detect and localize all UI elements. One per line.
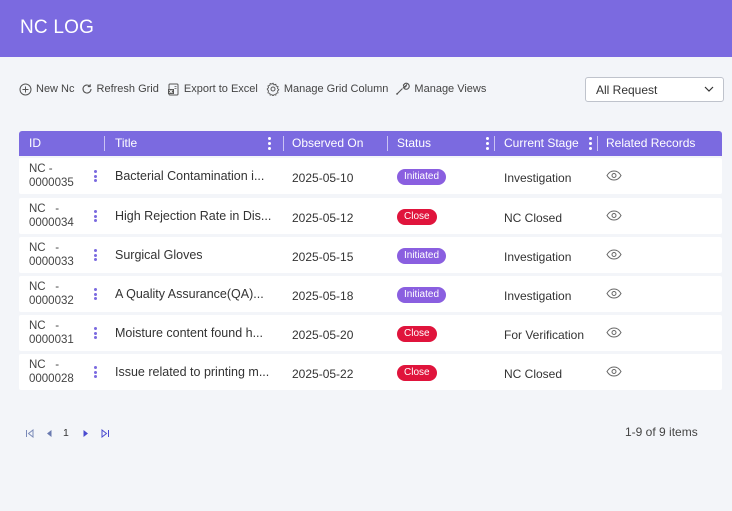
plus-circle-icon [19, 83, 32, 95]
page-number[interactable]: 1 [63, 427, 69, 439]
chevron-down-icon [704, 86, 714, 92]
row-title[interactable]: Bacterial Contamination i... [115, 169, 283, 183]
eye-icon[interactable] [606, 170, 622, 181]
row-id: NC -0000031 [29, 320, 74, 346]
nc-grid: ID Title Observed On Status Current Stag… [19, 131, 722, 390]
status-badge: Initiated [397, 248, 447, 264]
request-filter-value: All Request [596, 83, 658, 97]
row-observed-on: 2025-05-20 [292, 328, 354, 342]
column-menu-icon[interactable] [486, 137, 489, 150]
export-excel-button[interactable]: Export to Excel [167, 83, 258, 96]
refresh-grid-label: Refresh Grid [96, 83, 159, 95]
row-observed-on: 2025-05-12 [292, 211, 354, 225]
table-row[interactable]: NC -0000028 Issue related to printing m.… [19, 354, 722, 390]
grid-header: ID Title Observed On Status Current Stag… [19, 131, 722, 156]
eye-icon[interactable] [606, 210, 622, 221]
status-badge: Initiated [397, 169, 447, 185]
status-badge: Close [397, 326, 437, 342]
eye-icon[interactable] [606, 249, 622, 260]
column-divider[interactable] [387, 136, 388, 151]
first-page-icon [26, 428, 34, 438]
status-badge: Close [397, 209, 437, 225]
column-menu-icon[interactable] [589, 137, 592, 150]
row-current-stage: Investigation [504, 289, 572, 303]
column-header-status[interactable]: Status [397, 131, 431, 156]
request-filter-select[interactable]: All Request [585, 77, 724, 102]
status-badge: Close [397, 365, 437, 381]
row-observed-on: 2025-05-10 [292, 171, 354, 185]
manage-views-label: Manage Views [414, 83, 487, 95]
table-row[interactable]: NC -0000035 Bacterial Contamination i...… [19, 158, 722, 194]
prev-page-button[interactable] [45, 429, 53, 438]
row-observed-on: 2025-05-18 [292, 289, 354, 303]
pagination: 1 [25, 426, 120, 440]
row-id: NC -0000035 [29, 163, 74, 189]
row-id: NC -0000034 [29, 203, 74, 229]
table-row[interactable]: NC -0000031 Moisture content found h... … [19, 315, 722, 351]
row-title[interactable]: Surgical Gloves [115, 248, 283, 262]
refresh-icon [81, 84, 92, 94]
column-menu-icon[interactable] [268, 137, 271, 150]
page-title: NC LOG [20, 17, 95, 38]
row-id: NC -0000033 [29, 242, 74, 268]
row-current-stage: For Verification [504, 328, 585, 342]
wrench-icon [396, 82, 411, 95]
manage-views-button[interactable]: Manage Views [394, 81, 486, 97]
table-row[interactable]: NC -0000032 A Quality Assurance(QA)... 2… [19, 276, 722, 312]
row-observed-on: 2025-05-22 [292, 367, 354, 381]
column-header-title[interactable]: Title [115, 131, 137, 156]
row-menu-icon[interactable] [94, 249, 97, 263]
column-header-current-stage[interactable]: Current Stage [504, 131, 579, 156]
eye-icon[interactable] [606, 327, 622, 338]
column-divider[interactable] [494, 136, 495, 151]
eye-icon[interactable] [606, 366, 622, 377]
table-row[interactable]: NC -0000034 High Rejection Rate in Dis..… [19, 198, 722, 234]
new-nc-button[interactable]: New Nc [19, 83, 75, 96]
column-header-related-records[interactable]: Related Records [606, 131, 695, 156]
row-observed-on: 2025-05-15 [292, 250, 354, 264]
row-menu-icon[interactable] [94, 288, 97, 302]
row-menu-icon[interactable] [94, 366, 97, 380]
eye-icon[interactable] [606, 288, 622, 299]
row-current-stage: Investigation [504, 171, 572, 185]
next-page-button[interactable] [82, 429, 90, 438]
last-page-icon [101, 428, 109, 438]
row-title[interactable]: Issue related to printing m... [115, 365, 283, 379]
gear-icon [266, 82, 280, 96]
column-header-observed-on[interactable]: Observed On [292, 131, 363, 156]
row-current-stage: NC Closed [504, 211, 563, 225]
row-menu-icon[interactable] [94, 170, 97, 184]
excel-icon [167, 83, 179, 95]
row-title[interactable]: A Quality Assurance(QA)... [115, 287, 283, 301]
column-divider[interactable] [597, 136, 598, 151]
pagination-summary: 1-9 of 9 items [625, 425, 698, 439]
row-menu-icon[interactable] [94, 327, 97, 341]
new-nc-label: New Nc [36, 83, 75, 95]
manage-grid-column-button[interactable]: Manage Grid Column [266, 82, 389, 96]
status-badge: Initiated [397, 287, 447, 303]
table-row[interactable]: NC -0000033 Surgical Gloves 2025-05-15 I… [19, 237, 722, 273]
row-title[interactable]: High Rejection Rate in Dis... [115, 209, 283, 223]
row-title[interactable]: Moisture content found h... [115, 326, 283, 340]
next-page-icon [83, 429, 88, 437]
column-divider[interactable] [283, 136, 284, 151]
last-page-button[interactable] [100, 428, 110, 438]
row-id: NC -0000032 [29, 281, 74, 307]
row-current-stage: Investigation [504, 250, 572, 264]
row-menu-icon[interactable] [94, 210, 97, 224]
column-divider[interactable] [104, 136, 105, 151]
export-excel-label: Export to Excel [183, 83, 258, 95]
refresh-grid-button[interactable]: Refresh Grid [81, 83, 159, 95]
app-header: NC LOG [0, 0, 732, 57]
first-page-button[interactable] [25, 428, 35, 438]
manage-grid-column-label: Manage Grid Column [283, 83, 389, 95]
row-id: NC -0000028 [29, 359, 74, 385]
column-header-id[interactable]: ID [29, 131, 41, 156]
prev-page-icon [47, 429, 52, 437]
row-current-stage: NC Closed [504, 367, 563, 381]
toolbar: New Nc Refresh Grid Export to Excel Mana… [19, 80, 492, 98]
